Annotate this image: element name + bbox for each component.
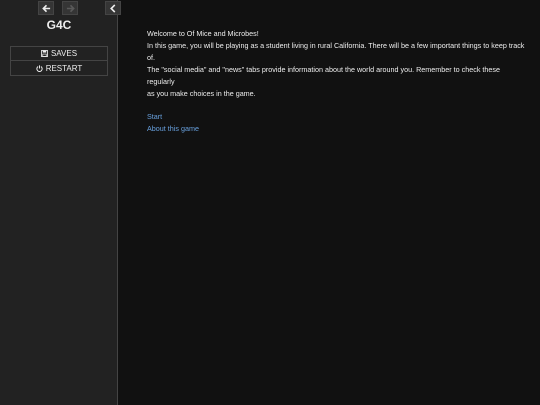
restart-button[interactable]: RESTART: [10, 61, 108, 76]
passage-line: In this game, you will be playing as a s…: [147, 41, 525, 62]
passage: Welcome to Of Mice and Microbes! In this…: [147, 28, 527, 135]
restart-label: RESTART: [45, 63, 83, 73]
sidebar-toggle-button[interactable]: [105, 1, 121, 15]
story-title: G4C: [46, 18, 72, 32]
passage-line: as you make choices in the game.: [147, 89, 256, 98]
arrow-left-icon: [41, 4, 50, 12]
start-link[interactable]: Start: [147, 111, 527, 123]
saves-label: SAVES: [50, 49, 78, 58]
saves-button[interactable]: SAVES: [10, 46, 108, 61]
arrow-right-icon: [66, 4, 75, 12]
passage-line: The "social media" and "news" tabs provi…: [147, 65, 500, 86]
history-back-button[interactable]: [38, 1, 54, 15]
about-link[interactable]: About this game: [147, 123, 527, 135]
passage-line: Welcome to Of Mice and Microbes!: [147, 29, 259, 38]
history-forward-button[interactable]: [62, 1, 78, 15]
sidebar: G4C SAVES RESTART: [0, 0, 121, 405]
floppy-disk-icon: [41, 50, 48, 57]
chevron-left-icon: [110, 3, 116, 13]
power-icon: [36, 64, 43, 72]
